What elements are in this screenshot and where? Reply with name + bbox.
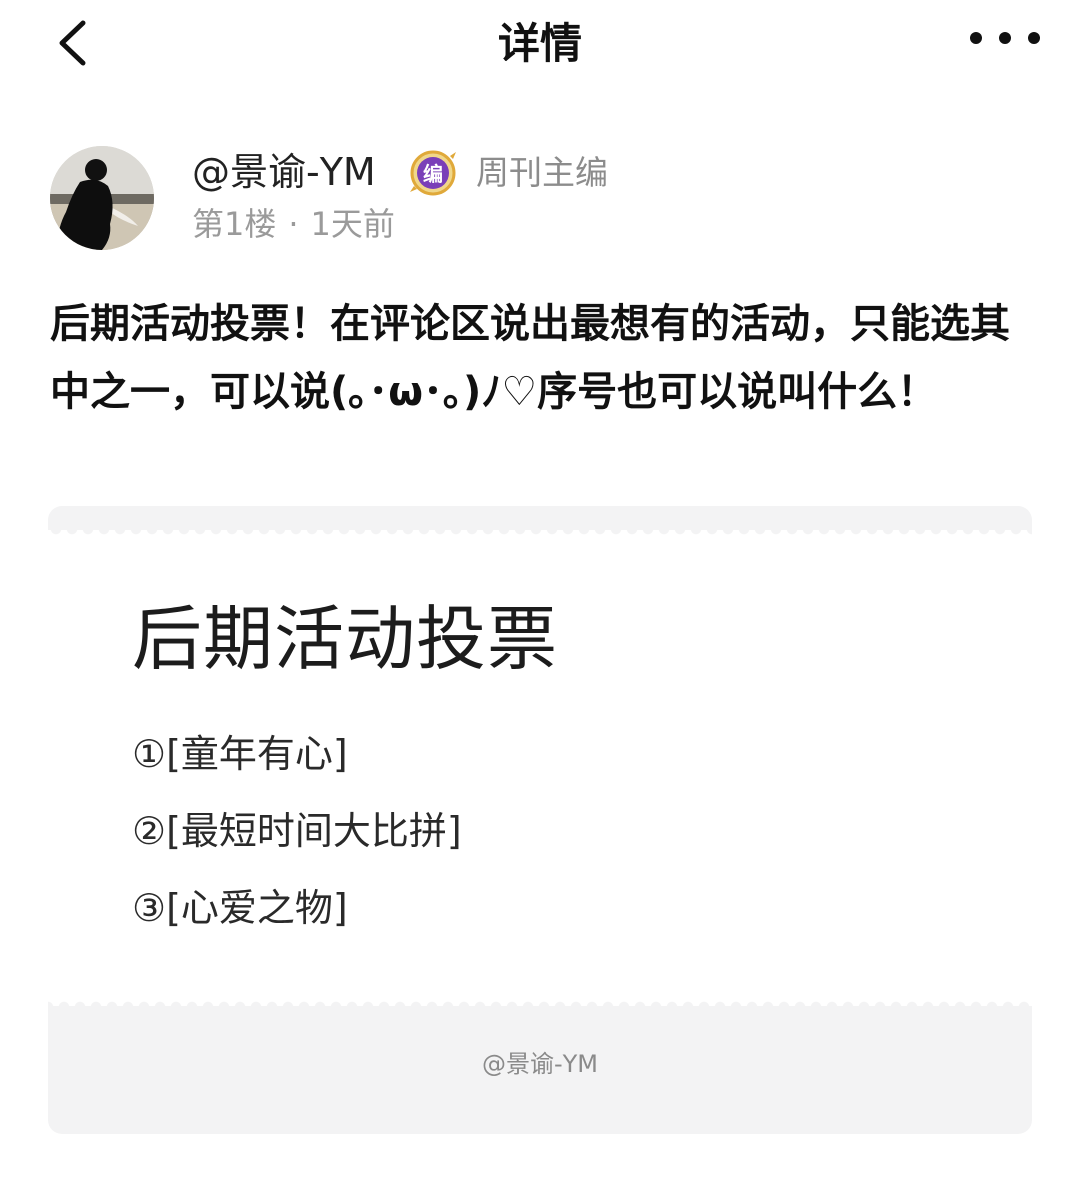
- editor-badge-icon: 编: [410, 150, 456, 196]
- card-watermark: @景谕-YM: [481, 1050, 599, 1078]
- vote-option: ③[心爱之物]: [132, 886, 348, 930]
- floor-label: 第1楼: [192, 205, 277, 243]
- more-horizontal-icon: [999, 32, 1011, 44]
- top-nav-bar: 详情: [0, 0, 1080, 90]
- vote-option: ②[最短时间大比拼]: [132, 809, 462, 853]
- card-paper: 后期活动投票 ①[童年有心] ②[最短时间大比拼] ③[心爱之物]: [48, 529, 1032, 1006]
- post-meta: 第1楼 · 1天前: [192, 202, 395, 246]
- vote-options-list: ①[童年有心] ②[最短时间大比拼] ③[心爱之物]: [132, 728, 462, 959]
- post-body-text: 后期活动投票！在评论区说出最想有的活动，只能选其中之一，可以说(｡･ω･｡)ﾉ♡…: [50, 301, 1010, 415]
- more-horizontal-icon: [970, 32, 982, 44]
- card-title: 后期活动投票: [132, 598, 558, 680]
- more-horizontal-icon: [1028, 32, 1040, 44]
- badge-glyph: 编: [423, 162, 443, 186]
- vote-option: ①[童年有心]: [132, 732, 348, 776]
- avatar[interactable]: [50, 146, 154, 250]
- meta-separator: ·: [288, 205, 299, 243]
- author-header: @景谕-YM 编 周刊主编 第1楼 · 1天前: [50, 146, 1030, 256]
- image-card[interactable]: 后期活动投票 ①[童年有心] ②[最短时间大比拼] ③[心爱之物] @景谕-YM: [48, 506, 1032, 1134]
- avatar-silhouette: [50, 146, 154, 250]
- more-button[interactable]: [970, 26, 1040, 50]
- author-name[interactable]: @景谕-YM: [192, 148, 376, 196]
- post-time: 1天前: [310, 205, 395, 243]
- author-role-badge: 周刊主编: [476, 153, 608, 192]
- page-title: 详情: [497, 19, 582, 68]
